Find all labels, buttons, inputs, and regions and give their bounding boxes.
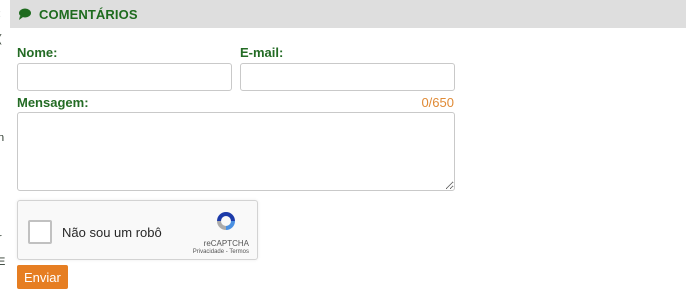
- email-label: E-mail:: [240, 45, 284, 60]
- recaptcha-checkbox[interactable]: [28, 220, 52, 244]
- char-counter: 0/650: [421, 95, 454, 110]
- edge-fragment: E: [0, 256, 6, 268]
- recaptcha-label: Não sou um robô: [62, 225, 162, 240]
- recaptcha-logo-icon: [217, 212, 235, 230]
- recaptcha-brand: reCAPTCHA: [203, 239, 249, 248]
- submit-button[interactable]: Enviar: [17, 265, 68, 289]
- edge-fragment: r: [0, 232, 2, 244]
- chat-bubble-icon: [19, 8, 31, 20]
- email-field[interactable]: [240, 63, 455, 91]
- name-field[interactable]: [17, 63, 232, 91]
- edge-fragment: :: [0, 8, 1, 20]
- comments-header: COMENTÁRIOS: [10, 0, 686, 28]
- edge-fragment: n: [0, 132, 5, 144]
- comments-page: : ( n r E COMENTÁRIOS Nome: E-mail: Mens…: [0, 0, 686, 290]
- section-title: COMENTÁRIOS: [39, 6, 138, 22]
- edge-fragment: (: [0, 33, 2, 45]
- message-label: Mensagem:: [17, 95, 89, 110]
- recaptcha-widget: Não sou um robô reCAPTCHA Privacidade - …: [17, 200, 258, 260]
- name-label: Nome:: [17, 45, 58, 60]
- message-field[interactable]: [17, 112, 455, 191]
- recaptcha-links[interactable]: Privacidade - Termos: [193, 249, 249, 255]
